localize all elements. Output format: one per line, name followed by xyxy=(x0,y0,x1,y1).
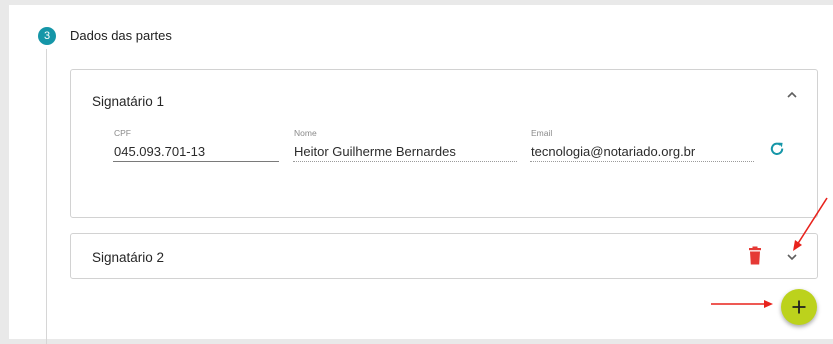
cpf-field[interactable]: CPF 045.093.701-13 xyxy=(113,128,279,162)
nome-label: Nome xyxy=(294,128,317,138)
cpf-input[interactable]: 045.093.701-13 xyxy=(113,139,279,162)
nome-field[interactable]: Nome Heitor Guilherme Bernardes xyxy=(293,128,517,162)
refresh-icon[interactable] xyxy=(768,140,786,158)
step-title: Dados das partes xyxy=(70,28,172,43)
step-number-badge: 3 xyxy=(38,27,56,45)
chevron-down-icon[interactable] xyxy=(785,250,799,264)
nome-input[interactable]: Heitor Guilherme Bernardes xyxy=(293,139,517,162)
add-signatario-button[interactable] xyxy=(781,289,817,325)
email-input[interactable]: tecnologia@notariado.org.br xyxy=(530,139,754,162)
signatario-2-panel: Signatário 2 xyxy=(70,233,818,279)
email-label: Email xyxy=(531,128,553,138)
annotation-arrowhead-add xyxy=(764,300,773,308)
step-connector-line xyxy=(46,49,47,344)
signatario-1-title[interactable]: Signatário 1 xyxy=(92,94,164,109)
signatario-2-title[interactable]: Signatário 2 xyxy=(92,250,164,265)
chevron-up-icon[interactable] xyxy=(785,88,799,102)
form-card: 3 Dados das partes Signatário 1 CPF 045.… xyxy=(9,5,833,344)
trash-icon[interactable] xyxy=(747,246,763,266)
email-field[interactable]: Email tecnologia@notariado.org.br xyxy=(530,128,754,162)
cpf-label: CPF xyxy=(114,128,131,138)
signatario-1-panel: Signatário 1 CPF 045.093.701-13 Nome Hei… xyxy=(70,69,818,218)
plus-icon xyxy=(792,300,806,314)
